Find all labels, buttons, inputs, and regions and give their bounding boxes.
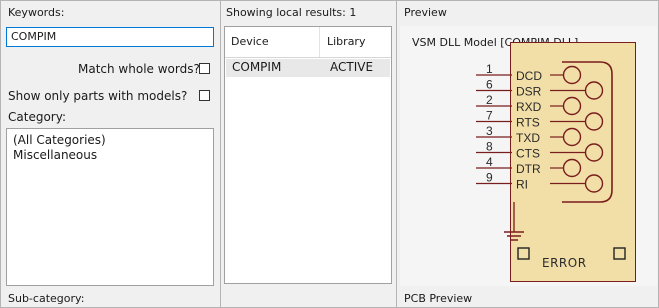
pin-number: 3 (486, 124, 493, 138)
pin-number: 4 (486, 155, 493, 169)
subcategory-label: Sub-category: (8, 292, 85, 305)
category-listbox[interactable]: (All Categories) Miscellaneous (6, 128, 214, 286)
pcb-preview-label: PCB Preview (404, 292, 473, 305)
panel-divider-left (220, 0, 221, 308)
pin-lines (476, 74, 512, 185)
preview-title: Preview (404, 6, 447, 19)
pin-number: 8 (486, 140, 493, 154)
results-table[interactable]: Device Library COMPIM ACTIVE (224, 26, 392, 284)
pin-number: 2 (486, 93, 493, 107)
row-device-cell: COMPIM (232, 60, 282, 74)
pin-number: 9 (486, 171, 493, 185)
match-whole-words-label: Match whole words? (78, 62, 200, 76)
pin-socket-circle (562, 65, 582, 85)
category-item[interactable]: Miscellaneous (13, 148, 207, 163)
pin-names: DCD DSRRXD RTSTXD CTSDTR RI (516, 69, 542, 192)
table-row[interactable]: COMPIM ACTIVE (226, 59, 390, 77)
pin-name: TXD (516, 131, 540, 145)
row-library-cell: ACTIVE (330, 60, 374, 74)
pin-socket-circle (584, 143, 604, 162)
category-item[interactable]: (All Categories) (13, 133, 207, 148)
pin-name: RI (516, 178, 528, 192)
pin-number: 1 (486, 62, 493, 76)
pin-socket-circle (562, 96, 582, 116)
column-header-device[interactable]: Device (231, 35, 269, 48)
connector-schematic: 1 62 73 84 9 DCD DSRRXD RTSTXD CTSDTR RI (476, 61, 626, 260)
keywords-label: Keywords: (8, 6, 65, 19)
pin-socket-circle (562, 158, 582, 178)
error-status-text: ERROR (542, 256, 587, 270)
pin-name: RTS (516, 116, 540, 130)
pin-name: DCD (516, 69, 542, 83)
error-box-right (613, 247, 626, 260)
pin-socket-circle (562, 127, 582, 147)
match-whole-words-checkbox[interactable] (199, 63, 210, 74)
pin-number: 7 (486, 109, 493, 123)
column-separator (319, 27, 320, 57)
column-header-library[interactable]: Library (327, 35, 365, 48)
pin-circles (550, 65, 604, 193)
error-box-left (517, 247, 530, 260)
pin-name: RXD (516, 100, 542, 114)
panel-divider-right (396, 0, 397, 308)
pin-name: CTS (516, 147, 540, 161)
show-only-models-label: Show only parts with models? (8, 89, 188, 103)
pin-socket-circle (584, 112, 604, 131)
pin-socket-circle (584, 81, 604, 100)
pin-name: DTR (516, 162, 541, 176)
pin-socket-circle (584, 174, 604, 193)
results-header: Showing local results: 1 (226, 6, 357, 19)
pin-number: 6 (486, 78, 493, 92)
pin-numbers: 1 62 73 84 9 (486, 62, 493, 185)
component-preview: VSM DLL Model [COMPIM.DLL] 16273849 DCD D… (400, 26, 657, 286)
results-table-header: Device Library (225, 27, 391, 58)
category-label: Category: (8, 110, 66, 124)
show-only-models-checkbox[interactable] (199, 90, 210, 101)
pin-name: DSR (516, 85, 542, 99)
keywords-input[interactable]: COMPIM (6, 27, 214, 47)
